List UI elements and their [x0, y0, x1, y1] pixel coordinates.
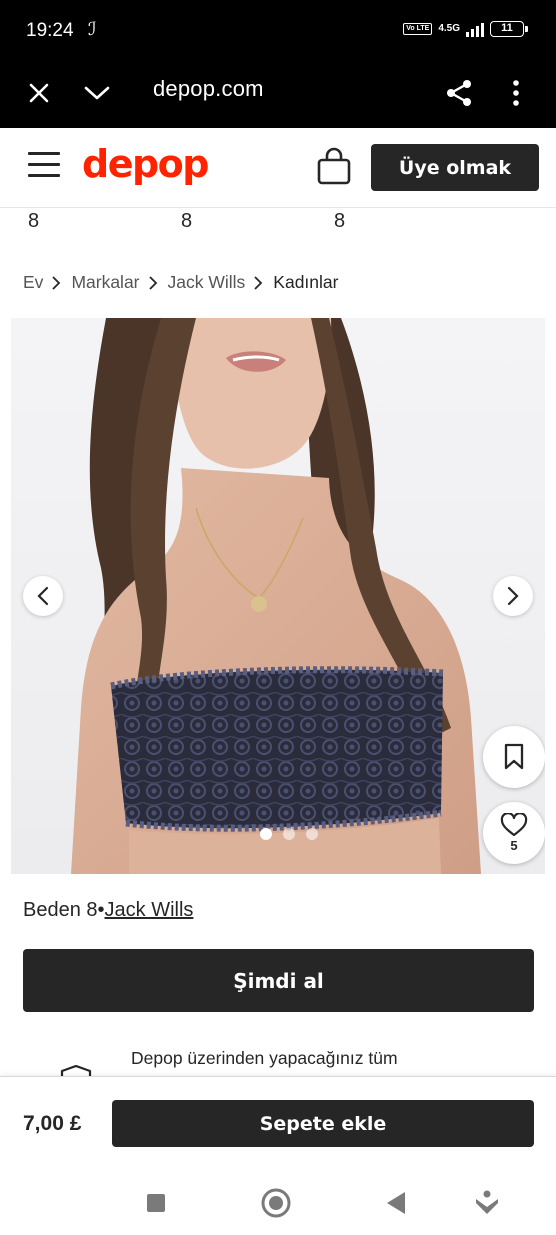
home-icon[interactable] [259, 1186, 293, 1220]
product-attributes: Beden 8•Jack Wills [23, 899, 193, 922]
url-text[interactable]: depop.com [153, 76, 264, 102]
share-icon[interactable] [442, 76, 476, 110]
like-button[interactable]: 5 [483, 802, 545, 864]
save-button[interactable] [483, 726, 545, 788]
breadcrumb-item[interactable]: Jack Wills [168, 272, 246, 293]
status-indicators: Vo LTE 4.5G 11 [403, 21, 528, 37]
close-icon[interactable] [22, 76, 56, 110]
buy-now-button[interactable]: Şimdi al [23, 949, 534, 1012]
related-item-size: 8 [28, 210, 40, 232]
battery-icon: 11 [490, 21, 528, 37]
pagination-dot[interactable] [306, 828, 318, 840]
bookmark-icon [504, 743, 524, 770]
size-text: Beden 8• [23, 899, 105, 921]
accessibility-icon[interactable] [470, 1186, 504, 1220]
chevron-down-icon[interactable] [80, 76, 114, 110]
pagination-dot[interactable] [283, 828, 295, 840]
sticky-purchase-bar: 7,00 £ Sepete ekle [0, 1076, 556, 1168]
recents-icon[interactable] [139, 1186, 173, 1220]
breadcrumb-current[interactable]: Kadınlar [273, 272, 338, 293]
breadcrumb: Ev Markalar Jack Wills Kadınlar [23, 272, 338, 293]
heart-icon [500, 813, 528, 837]
previous-image-button[interactable] [23, 576, 63, 616]
related-item[interactable]: 8 [181, 209, 301, 233]
related-item-size: 8 [181, 210, 193, 232]
chevron-right-icon [253, 275, 263, 290]
depop-logo[interactable]: depop [82, 142, 209, 186]
related-item[interactable]: 8 [28, 209, 148, 233]
status-bar: 19:24 ℐ Vo LTE 4.5G 11 [0, 0, 556, 58]
chevron-right-icon [148, 275, 158, 290]
pagination-dot[interactable] [260, 828, 272, 840]
more-vert-icon[interactable] [499, 76, 533, 110]
shopping-bag-icon[interactable] [316, 146, 352, 186]
price: 7,00 £ [23, 1112, 82, 1135]
related-item-size: 8 [334, 210, 346, 232]
next-image-button[interactable] [493, 576, 533, 616]
product-photo [11, 318, 545, 874]
status-time: 19:24 [26, 20, 74, 41]
add-to-cart-button[interactable]: Sepete ekle [112, 1100, 534, 1147]
volte-icon: Vo LTE [403, 23, 433, 35]
system-navigation-bar [0, 1168, 556, 1235]
menu-icon[interactable] [28, 150, 60, 180]
notification-icon: ℐ [88, 19, 97, 39]
signal-icon [466, 21, 484, 37]
like-count: 5 [510, 838, 518, 853]
join-button[interactable]: Üye olmak [371, 144, 539, 191]
buyer-protection: Depop üzerinden yapacağınız tüm [0, 1040, 556, 1080]
site-header: depop Üye olmak [0, 128, 556, 208]
breadcrumb-item[interactable]: Markalar [71, 272, 139, 293]
protection-text: Depop üzerinden yapacağınız tüm [131, 1048, 398, 1068]
breadcrumb-item[interactable]: Ev [23, 272, 43, 293]
browser-toolbar: depop.com [0, 58, 556, 128]
image-pagination [260, 828, 318, 840]
related-items-strip: 8 8 8 [0, 209, 556, 253]
product-image[interactable]: 5 [11, 318, 545, 874]
brand-link[interactable]: Jack Wills [105, 899, 194, 921]
back-icon[interactable] [379, 1186, 413, 1220]
related-item[interactable]: 8 [334, 209, 454, 233]
network-type: 4.5G [438, 23, 460, 34]
chevron-right-icon [51, 275, 61, 290]
